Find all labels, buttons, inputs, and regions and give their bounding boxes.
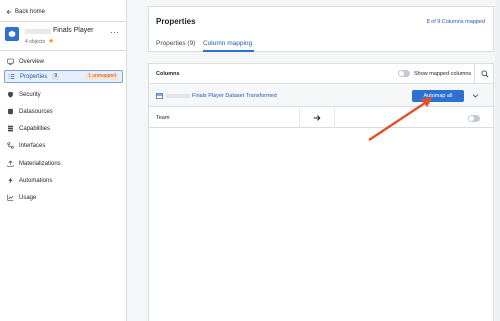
column-mapping-toggle[interactable] <box>468 115 480 122</box>
object-title: Finals Player <box>53 27 94 34</box>
search-icon[interactable] <box>481 70 489 78</box>
divider <box>0 21 127 22</box>
sidebar-item-automations[interactable]: Automations <box>4 174 123 187</box>
automap-all-button[interactable]: Automap all <box>412 90 464 102</box>
sidebar-item-usage[interactable]: Usage <box>4 191 123 204</box>
capabilities-icon <box>8 125 13 132</box>
page-title: Properties <box>156 17 196 26</box>
overview-icon <box>7 58 14 65</box>
sidebar-item-label: Capabilities <box>19 125 51 132</box>
sidebar-item-properties[interactable]: Properties 9 1 unmapped <box>4 70 123 83</box>
sidebar-item-materializations[interactable]: Materializations <box>4 157 123 170</box>
database-icon <box>8 108 13 115</box>
interfaces-icon <box>7 142 14 149</box>
object-count: 4 objects <box>25 38 46 45</box>
mapped-count-link[interactable]: 8 of 9 Columns mapped <box>427 19 485 25</box>
sidebar-item-label: Overview <box>19 58 45 65</box>
sidebar-item-interfaces[interactable]: Interfaces <box>4 139 123 152</box>
upload-icon <box>7 160 14 167</box>
arrow-right-icon[interactable] <box>313 114 321 122</box>
sidebar-item-label: Datasources <box>19 108 53 115</box>
sidebar-item-capabilities[interactable]: Capabilities <box>4 122 123 135</box>
object-type-icon <box>5 27 19 41</box>
scrollbar[interactable] <box>495 0 500 321</box>
arrow-left-icon <box>6 9 12 15</box>
shield-icon <box>8 91 13 98</box>
more-options-icon[interactable]: ··· <box>110 28 119 37</box>
tab-column-mapping[interactable]: Column mapping <box>203 40 252 47</box>
show-mapped-label: Show mapped columns <box>414 71 472 77</box>
divider <box>0 50 127 51</box>
sidebar-item-label: Materializations <box>19 160 61 167</box>
columns-panel: Columns Show mapped columns Finals Playe… <box>148 63 494 321</box>
properties-icon <box>8 74 15 79</box>
sidebar-item-label: Security <box>19 91 41 98</box>
star-icon[interactable]: ★ <box>48 38 54 45</box>
divider <box>299 108 300 128</box>
column-name: Team <box>156 115 170 121</box>
sidebar-item-label: Usage <box>19 194 37 201</box>
column-row-team: Team <box>149 108 493 128</box>
columns-panel-header: Columns Show mapped columns <box>149 64 493 84</box>
show-mapped-toggle[interactable] <box>398 70 410 77</box>
sidebar-item-overview[interactable]: Overview <box>4 55 123 68</box>
dataset-name-link[interactable]: Finals Player Dataset Transformed <box>192 93 277 99</box>
object-subtitle: 4 objects ★ <box>25 38 54 45</box>
dataset-row: Finals Player Dataset Transformed Automa… <box>149 85 493 107</box>
properties-count-badge: 9 <box>52 73 60 80</box>
unmapped-badge: 1 unmapped <box>85 73 119 80</box>
sidebar-item-label: Properties <box>20 73 48 80</box>
lightning-icon <box>8 177 13 184</box>
sidebar-item-label: Automations <box>19 177 53 184</box>
sidebar-item-datasources[interactable]: Datasources <box>4 105 123 118</box>
columns-title: Columns <box>156 71 180 77</box>
tab-properties[interactable]: Properties (9) <box>156 40 195 47</box>
table-icon <box>156 93 163 99</box>
back-home-label: Back home <box>15 9 46 15</box>
sidebar: Back home Finals Player 4 objects ★ ··· … <box>0 0 127 321</box>
divider <box>474 64 475 84</box>
redacted-text <box>25 29 51 34</box>
active-tab-indicator <box>203 50 254 52</box>
redacted-text <box>166 94 190 98</box>
chart-icon <box>7 194 14 201</box>
back-home-link[interactable]: Back home <box>6 8 45 16</box>
sidebar-item-label: Interfaces <box>19 142 46 149</box>
page-header: Properties 8 of 9 Columns mapped Propert… <box>148 6 494 52</box>
chevron-down-icon[interactable] <box>472 93 479 99</box>
divider <box>334 108 335 128</box>
sidebar-item-security[interactable]: Security <box>4 88 123 101</box>
